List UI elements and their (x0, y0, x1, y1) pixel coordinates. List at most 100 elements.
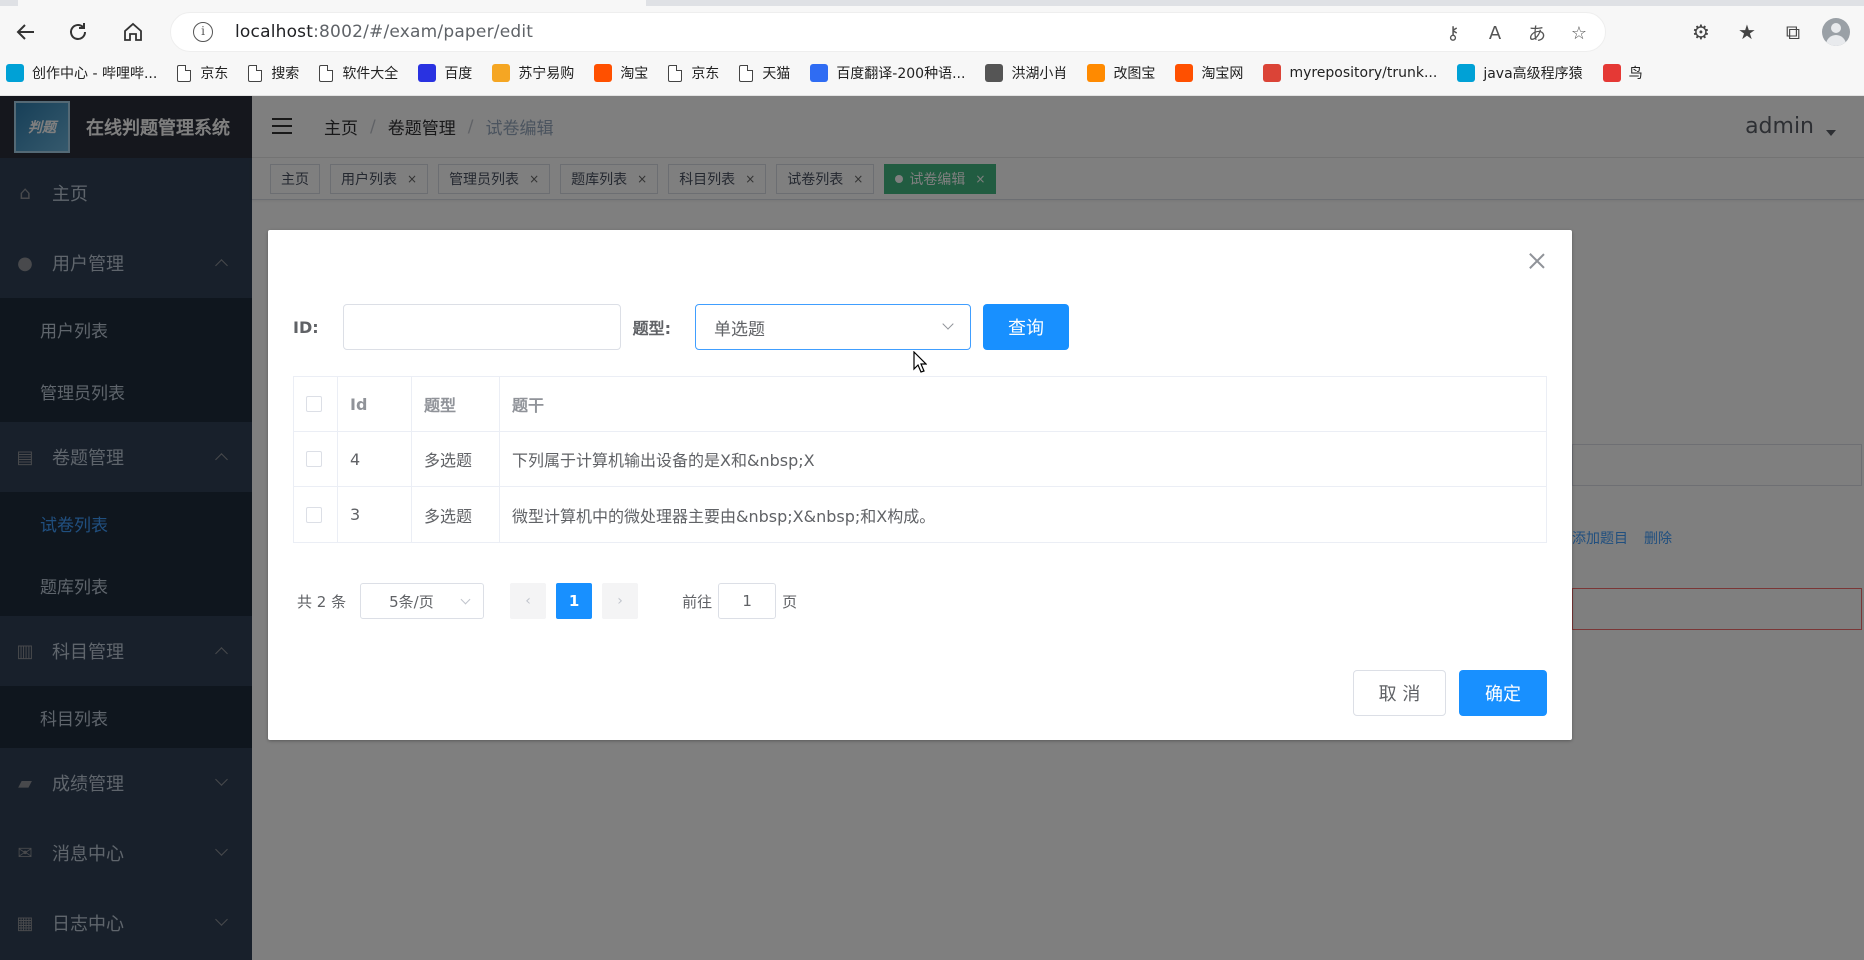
pagination: 共 2 条 5条/页 ‹ 1 › 前往 1 页 (297, 583, 797, 619)
cell-id: 4 (338, 432, 412, 486)
chevron-down-icon (460, 594, 471, 605)
page-icon (739, 64, 754, 82)
column-header-id: Id (338, 377, 412, 431)
page-size-value: 5条/页 (389, 592, 434, 611)
bookmark-label: 京东 (691, 66, 720, 82)
page-icon (177, 64, 192, 82)
bookmark-label: myrepository/trunk... (1289, 65, 1438, 81)
collections-icon[interactable]: ⧉ (1776, 16, 1810, 48)
add-favorite-icon[interactable]: ☆ (1565, 19, 1593, 47)
home-icon[interactable] (117, 16, 149, 48)
pagination-total: 共 2 条 (297, 592, 347, 611)
row-checkbox[interactable] (306, 451, 322, 467)
profile-avatar[interactable] (1822, 18, 1850, 46)
bookmark-item[interactable]: 天猫 (739, 63, 790, 83)
chrome-icon (1263, 64, 1282, 82)
next-page-button[interactable]: › (602, 583, 639, 619)
bookmark-item[interactable]: 淘宝网 (1175, 63, 1243, 83)
bookmark-label: 软件大全 (342, 66, 399, 82)
bookmark-item[interactable]: 改图宝 (1087, 63, 1155, 83)
bookmark-item[interactable]: 创作中心 - 哔哩哔... (6, 63, 157, 83)
bird-icon (985, 64, 1004, 82)
address-bar[interactable]: i localhost:8002/#/exam/paper/edit ⚷ A あ… (170, 12, 1606, 52)
row-checkbox[interactable] (306, 506, 322, 523)
close-icon[interactable] (1528, 252, 1546, 270)
bookmark-label: 改图宝 (1113, 66, 1156, 82)
back-arrow-icon[interactable] (10, 16, 42, 48)
page-unit-label: 页 (782, 592, 798, 611)
bookmark-label: 洪湖小肖 (1011, 66, 1068, 82)
bookmark-label: 百度 (444, 66, 473, 82)
bilibili-icon (1457, 64, 1476, 82)
bookmark-item[interactable]: 软件大全 (319, 63, 398, 83)
header-checkbox-cell (294, 377, 338, 431)
favorites-icon[interactable]: ★ (1730, 16, 1764, 48)
page-number-current[interactable]: 1 (556, 583, 593, 619)
gaitubao-icon (1087, 64, 1106, 82)
goto-page-input[interactable]: 1 (718, 583, 777, 619)
bookmark-item[interactable]: 京东 (668, 63, 719, 83)
url-text[interactable]: localhost:8002/#/exam/paper/edit (235, 22, 533, 42)
bookmark-label: 天猫 (762, 66, 791, 82)
question-table: Id 题型 题干 4 多选题 下列属于计算机输出设备的是X和&nbsp;X 3 … (293, 376, 1547, 543)
bookmark-item[interactable]: 鸟 (1602, 63, 1643, 83)
active-tab[interactable] (18, 0, 646, 6)
cell-id: 3 (338, 487, 412, 542)
search-form: ID: 题型: 单选题 查询 (293, 304, 1070, 350)
bookmark-item[interactable]: 淘宝 (594, 63, 648, 83)
bird-red-icon (1602, 64, 1621, 82)
cell-stem: 下列属于计算机输出设备的是X和&nbsp;X (512, 451, 815, 470)
bookmark-item[interactable]: 苏宁易购 (492, 63, 574, 83)
page-icon (668, 64, 683, 82)
baidu-icon (418, 64, 437, 82)
table-row[interactable]: 4 多选题 下列属于计算机输出设备的是X和&nbsp;X (294, 432, 1546, 487)
cell-type: 多选题 (412, 487, 500, 542)
bookmark-label: 百度翻译-200种语... (836, 66, 966, 82)
question-type-value: 单选题 (714, 319, 766, 340)
reload-icon[interactable] (62, 16, 94, 48)
bookmark-label: 淘宝 (620, 66, 649, 82)
confirm-button[interactable]: 确定 (1459, 670, 1547, 716)
cell-stem: 微型计算机中的微处理器主要由&nbsp;X&nbsp;和X构成。 (512, 506, 936, 526)
cell-type: 多选题 (412, 432, 500, 486)
bookmark-item[interactable]: 洪湖小肖 (985, 63, 1067, 83)
row-checkbox-cell (294, 432, 338, 486)
page-icon (248, 64, 263, 82)
column-header-type: 题型 (412, 377, 500, 431)
question-type-select[interactable]: 单选题 (695, 304, 972, 350)
bookmark-item[interactable]: java高级程序猿 (1457, 63, 1583, 83)
bookmark-item[interactable]: 百度 (418, 63, 472, 83)
bookmark-label: 搜索 (271, 66, 300, 82)
extensions-icon[interactable]: ⚙ (1684, 16, 1718, 48)
translate-icon[interactable]: あ (1523, 19, 1551, 47)
id-input[interactable] (342, 304, 621, 350)
password-key-icon[interactable]: ⚷ (1439, 19, 1467, 47)
row-checkbox-cell (294, 487, 338, 542)
bookmark-item[interactable]: 京东 (177, 63, 228, 83)
prev-page-button[interactable]: ‹ (510, 583, 547, 619)
chevron-down-icon (942, 318, 954, 330)
read-aloud-icon[interactable]: A (1481, 19, 1509, 47)
question-select-dialog: ID: 题型: 单选题 查询 Id 题型 题干 4 多选题 下列属于计算机输出设… (268, 230, 1572, 740)
page-icon (319, 64, 334, 82)
cancel-button[interactable]: 取 消 (1353, 670, 1446, 716)
table-row[interactable]: 3 多选题 微型计算机中的微处理器主要由&nbsp;X&nbsp;和X构成。 (294, 487, 1546, 542)
taobao-icon (594, 64, 613, 82)
table-header: Id 题型 题干 (294, 377, 1546, 432)
goto-label: 前往 (682, 592, 713, 611)
bookmark-item[interactable]: myrepository/trunk... (1263, 64, 1437, 82)
bookmark-item[interactable]: 百度翻译-200种语... (810, 63, 965, 83)
page-size-select[interactable]: 5条/页 (360, 583, 485, 619)
query-button[interactable]: 查询 (983, 304, 1070, 350)
browser-chrome: i localhost:8002/#/exam/paper/edit ⚷ A あ… (0, 0, 1864, 96)
bookmarks-bar: 创作中心 - 哔哩哔... 京东 搜索 软件大全 百度 苏宁易购 淘宝 京东 天猫 百度翻译-20… (0, 58, 1864, 88)
bilibili-icon (6, 64, 24, 82)
translate-icon (810, 64, 829, 82)
bookmark-item[interactable]: 搜索 (248, 63, 299, 83)
suning-icon (492, 64, 511, 82)
url-host: localhost (235, 22, 314, 42)
type-label: 题型: (632, 319, 672, 338)
bookmark-label: 创作中心 - 哔哩哔... (32, 66, 158, 82)
select-all-checkbox[interactable] (306, 396, 322, 412)
site-info-icon[interactable]: i (193, 22, 213, 42)
